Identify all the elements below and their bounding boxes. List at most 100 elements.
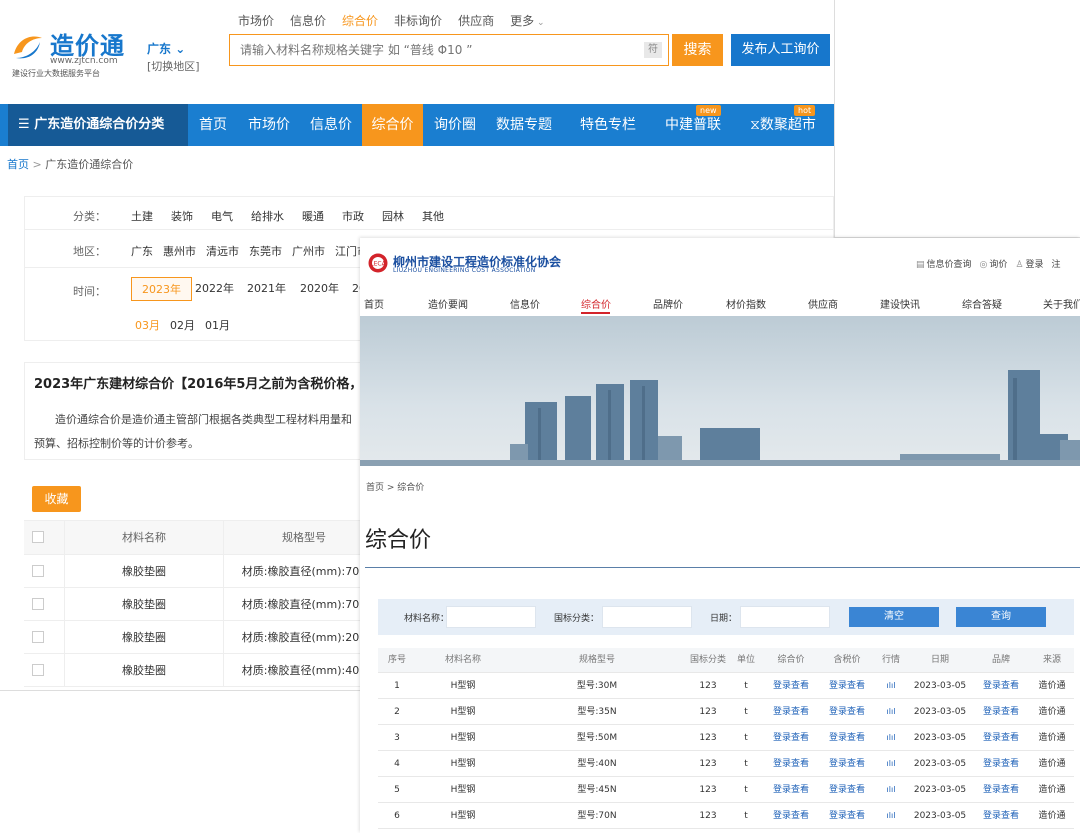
header-seq: 序号 [387,655,406,665]
nav-home[interactable]: 首页 [193,104,233,146]
nav-info-price[interactable]: 信息价 [510,296,540,311]
login-to-view-link[interactable]: 登录查看 [820,725,874,750]
login-to-view-link[interactable]: 登录查看 [764,803,818,828]
nav-about[interactable]: 关于我们 [1043,296,1080,311]
header-date: 日期 [930,655,949,665]
trend-chart-icon[interactable]: ılıl [876,751,906,776]
filter-region-option[interactable]: 广州市 [292,243,325,259]
month-option[interactable]: 01月 [205,317,230,333]
info-price-query-link[interactable]: ▤ 信息价查询 [916,257,972,270]
symbol-icon[interactable]: 符 [644,42,662,58]
login-to-view-link[interactable]: 登录查看 [820,803,874,828]
filter-region-option[interactable]: 惠州市 [163,243,196,259]
material-name-label: 材料名称： [404,614,450,624]
search-button[interactable]: 搜索 [672,34,723,66]
nav-composite-price[interactable]: 综合价 [581,296,611,311]
topnav-more[interactable]: 更多 ⌄ [510,12,544,29]
register-link[interactable]: 注 [1052,257,1061,270]
region-selector[interactable]: 广东 ⌄ [147,40,185,57]
category-menu-label: 广东造价通综合价分类 [34,117,165,132]
topnav-market-price[interactable]: 市场价 [238,12,274,29]
login-to-view-link[interactable]: 登录查看 [764,751,818,776]
topnav-info-price[interactable]: 信息价 [290,12,326,29]
trend-chart-icon[interactable]: ılıl [876,725,906,750]
login-to-view-link[interactable]: 登录查看 [974,673,1028,698]
nav-data-topics[interactable]: 数据专题 [492,104,556,146]
trend-chart-icon[interactable]: ılıl [876,777,906,802]
nav-brand-price[interactable]: 品牌价 [653,296,683,311]
intro-line-1: 造价通综合价是造价通主管部门根据各类典型工程材料用量和 [55,413,352,426]
search-input[interactable] [230,35,640,65]
login-to-view-link[interactable]: 登录查看 [974,725,1028,750]
nav-info-price[interactable]: 信息价 [306,104,356,146]
month-option-active[interactable]: 03月 [135,317,160,333]
category-menu[interactable]: ☰ 广东造价通综合价分类 [8,104,188,146]
year-option[interactable]: 2020年 [290,277,349,301]
filter-category-option[interactable]: 给排水 [251,208,284,224]
nav-cost-news[interactable]: 造价要闻 [428,296,468,311]
row-checkbox[interactable] [32,664,44,676]
gb-category-input[interactable] [602,606,692,628]
material-name-input[interactable] [446,606,536,628]
filter-category-option[interactable]: 暖通 [302,208,324,224]
trend-chart-icon[interactable]: ılıl [876,673,906,698]
filter-category-option[interactable]: 土建 [131,208,153,224]
filter-region-option[interactable]: 清远市 [206,243,239,259]
login-to-view-link[interactable]: 登录查看 [974,777,1028,802]
year-option[interactable]: 2021年 [237,277,296,301]
zjtcn-logo[interactable]: 造价通 www.zjtcn.com 建设行业大数据服务平台 [10,26,130,82]
cell-unit: t [744,681,748,691]
trend-chart-icon[interactable]: ılıl [876,699,906,724]
blank-overlay-panel-top [834,0,1080,238]
nav-supplier[interactable]: 供应商 [808,296,838,311]
topnav-nonstandard[interactable]: 非标询价 [394,12,442,29]
filter-category-option[interactable]: 电气 [211,208,233,224]
nav-special-column[interactable]: 特色专栏 [576,104,640,146]
trend-chart-icon[interactable]: ılıl [876,803,906,828]
region-switch-link[interactable]: [切换地区] [147,58,200,74]
nav-inquiry-circle[interactable]: 询价圈 [430,104,480,146]
nav-construction-news[interactable]: 建设快讯 [880,296,920,311]
publish-inquiry-button[interactable]: 发布人工询价 [731,34,830,66]
filter-category-option[interactable]: 装饰 [171,208,193,224]
login-to-view-link[interactable]: 登录查看 [820,777,874,802]
login-to-view-link[interactable]: 登录查看 [820,699,874,724]
clear-button[interactable]: 清空 [849,607,939,627]
login-to-view-link[interactable]: 登录查看 [764,699,818,724]
topnav-composite-price[interactable]: 综合价 [342,12,378,29]
login-to-view-link[interactable]: 登录查看 [820,673,874,698]
query-button[interactable]: 查询 [956,607,1046,627]
inquiry-link[interactable]: ◎ 询价 [980,257,1008,270]
favorite-button[interactable]: 收藏 [32,486,81,512]
filter-region-option[interactable]: 广东 [131,243,153,259]
nav-qa[interactable]: 综合答疑 [962,296,1002,311]
filter-category-option[interactable]: 园林 [382,208,404,224]
nav-composite-price[interactable]: 综合价 [362,104,423,146]
login-to-view-link[interactable]: 登录查看 [764,673,818,698]
date-input[interactable] [740,606,830,628]
row-checkbox[interactable] [32,565,44,577]
select-all-checkbox[interactable] [32,531,44,543]
nav-home[interactable]: 首页 [364,296,384,311]
login-to-view-link[interactable]: 登录查看 [974,699,1028,724]
year-option[interactable]: 2022年 [185,277,244,301]
header-brand: 品牌 [991,655,1010,665]
row-checkbox[interactable] [32,631,44,643]
cell-date: 2023-03-05 [913,811,967,821]
filter-region-option[interactable]: 东莞市 [249,243,282,259]
login-to-view-link[interactable]: 登录查看 [820,751,874,776]
filter-category-option[interactable]: 其他 [422,208,444,224]
filter-category-option[interactable]: 市政 [342,208,364,224]
month-option[interactable]: 02月 [170,317,195,333]
login-to-view-link[interactable]: 登录查看 [974,751,1028,776]
topnav-supplier[interactable]: 供应商 [458,12,494,29]
login-to-view-link[interactable]: 登录查看 [764,777,818,802]
breadcrumb-home[interactable]: 首页 [7,158,29,171]
login-to-view-link[interactable]: 登录查看 [764,725,818,750]
nav-market-price[interactable]: 市场价 [244,104,294,146]
login-link[interactable]: ♙ 登录 [1015,257,1043,270]
nav-price-index[interactable]: 材价指数 [726,296,766,311]
year-option-active[interactable]: 2023年 [131,277,192,301]
row-checkbox[interactable] [32,598,44,610]
login-to-view-link[interactable]: 登录查看 [974,803,1028,828]
